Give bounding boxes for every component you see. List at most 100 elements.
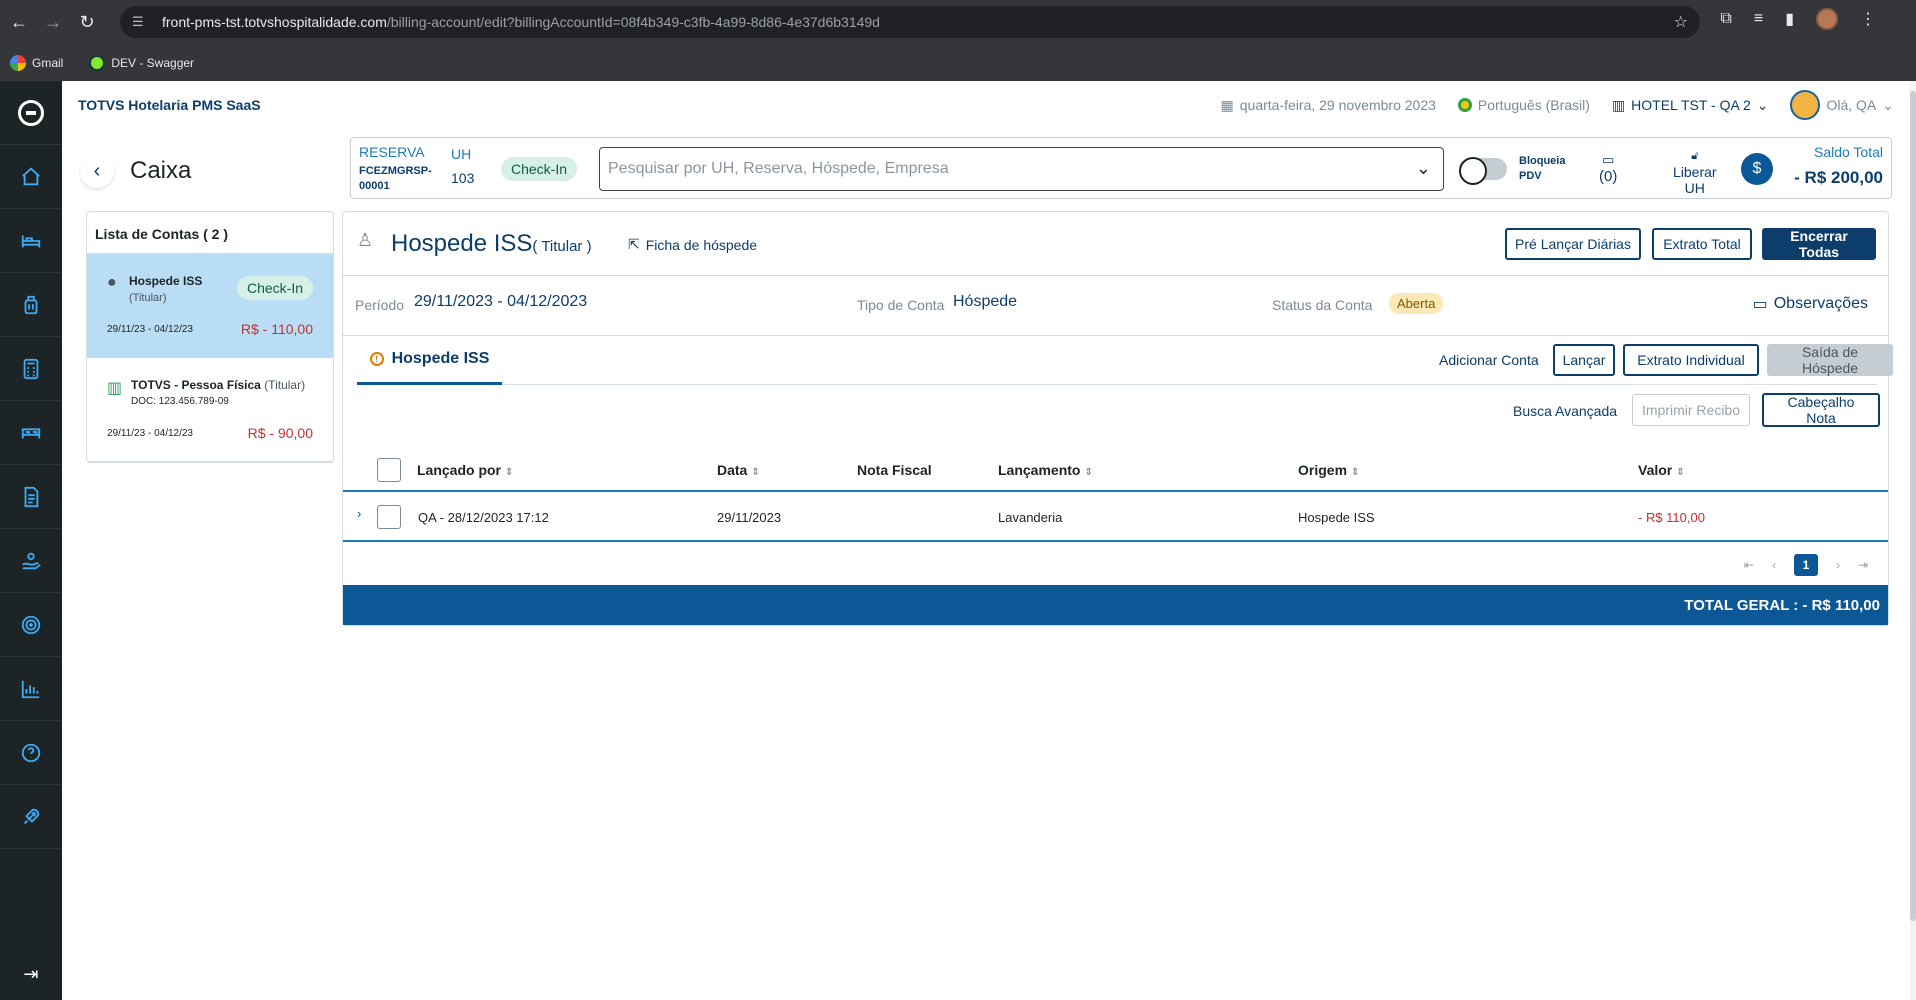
room-icon[interactable]: [0, 401, 62, 465]
header-info: ▦ quarta-feira, 29 novembro 2023 Portuguê…: [1221, 90, 1894, 120]
account-name: Hospede ISS: [129, 274, 203, 288]
adicionar-conta-link[interactable]: Adicionar Conta: [1439, 352, 1539, 368]
periodo-value: 29/11/2023 - 04/12/2023: [414, 293, 588, 310]
search-placeholder: Pesquisar por UH, Reserva, Hóspede, Empr…: [608, 160, 949, 177]
ficha-hospede-link[interactable]: ⇱ Ficha de hóspede: [628, 236, 757, 253]
extrato-total-button[interactable]: Extrato Total: [1652, 228, 1752, 260]
imprimir-recibo-button: Imprimir Recibo: [1632, 394, 1750, 426]
totvs-logo-icon[interactable]: [0, 81, 62, 145]
home-icon[interactable]: [0, 145, 62, 209]
help-icon[interactable]: [0, 721, 62, 785]
person-icon: ♙: [357, 230, 374, 250]
expand-sidebar-icon[interactable]: ⇥: [0, 948, 62, 1000]
hotel-selector[interactable]: ▥ HOTEL TST - QA 2 ⌄: [1612, 97, 1769, 114]
lancar-button[interactable]: Lançar: [1553, 344, 1615, 376]
comment-icon: ▭: [1752, 296, 1768, 313]
cell-origem: Hospede ISS: [1298, 510, 1375, 525]
column-data[interactable]: Data ⇕: [717, 462, 760, 478]
bookmark-gmail[interactable]: Gmail: [10, 54, 63, 71]
guest-header: ♙ Hospede ISS( Titular ) ⇱ Ficha de hóspe…: [343, 212, 1888, 276]
bloqueia-pdv-label: Bloqueia PDV: [1519, 155, 1566, 182]
rocket-icon[interactable]: [0, 785, 62, 849]
calculator-icon[interactable]: [0, 337, 62, 401]
back-arrow-icon[interactable]: ←: [4, 7, 34, 37]
list-item[interactable]: ● Hospede ISS (Titular) Check-In 29/11/2…: [87, 254, 333, 358]
periodo-label: Período: [355, 297, 405, 313]
liberar-uh-button[interactable]: 🔓︎ Liberar UH: [1673, 148, 1717, 196]
bloqueia-pdv-toggle[interactable]: [1459, 157, 1507, 185]
bed-icon[interactable]: [0, 209, 62, 273]
next-page-icon[interactable]: ›: [1836, 558, 1840, 572]
account-details: Período 29/11/2023 - 04/12/2023 Tipo de …: [343, 276, 1888, 336]
table-row[interactable]: › QA - 28/12/2023 17:12 29/11/2023 Lavan…: [343, 492, 1888, 542]
select-all-checkbox[interactable]: [377, 458, 401, 482]
reload-icon[interactable]: ↻: [72, 7, 102, 37]
chevron-right-icon[interactable]: ›: [357, 506, 361, 521]
guest-name: Hospede ISS( Titular ): [391, 230, 592, 257]
reservation-bar: RESERVA FCEZMGRSP- 00001 UH 103 Check-In…: [350, 137, 1892, 199]
total-geral: TOTAL GERAL : - R$ 110,00: [1684, 596, 1880, 614]
list-item[interactable]: ▥ TOTVS - Pessoa Física (Titular) DOC: 1…: [87, 358, 333, 462]
last-page-icon[interactable]: ⇥: [1858, 558, 1868, 572]
profile-avatar[interactable]: [1816, 8, 1838, 30]
status-badge: Check-In: [236, 276, 313, 300]
address-bar[interactable]: ☰ front-pms-tst.totvshospitalidade.com/b…: [120, 6, 1700, 38]
search-input[interactable]: Pesquisar por UH, Reserva, Hóspede, Empr…: [599, 147, 1444, 191]
site-info-icon[interactable]: ☰: [132, 14, 152, 30]
encerrar-todas-button[interactable]: Encerrar Todas: [1762, 228, 1876, 260]
tab-hospede-iss[interactable]: ! Hospede ISS: [357, 336, 502, 385]
column-origem[interactable]: Origem ⇕: [1298, 462, 1359, 478]
column-lancamento[interactable]: Lançamento ⇕: [998, 462, 1093, 478]
dollar-icon[interactable]: $: [1741, 153, 1773, 185]
url-host: front-pms-tst.totvshospitalidade.com: [162, 14, 387, 30]
avatar: [1790, 90, 1821, 120]
chevron-down-icon[interactable]: ⌄: [1416, 158, 1431, 179]
prev-page-icon[interactable]: ‹: [1772, 558, 1776, 572]
external-link-icon: ⇱: [628, 236, 640, 252]
bookmark-swagger[interactable]: DEV - Swagger: [89, 54, 194, 71]
account-role: (Titular): [129, 292, 167, 304]
sort-icon: ⇕: [1351, 467, 1360, 478]
target-icon[interactable]: [0, 593, 62, 657]
account-dates: 29/11/23 - 04/12/23: [107, 428, 193, 439]
extrato-individual-button[interactable]: Extrato Individual: [1623, 344, 1759, 376]
brazil-flag-icon: [1457, 98, 1472, 112]
account-doc: DOC: 123.456.789-09: [131, 396, 229, 407]
messages-button[interactable]: ▭ (0): [1599, 152, 1617, 185]
document-icon[interactable]: [0, 465, 62, 529]
saida-hospede-button[interactable]: Saída de Hóspede: [1767, 344, 1893, 376]
pre-lancar-diarias-button[interactable]: Pré Lançar Diárias: [1505, 228, 1641, 260]
reservation-info[interactable]: RESERVA FCEZMGRSP- 00001: [359, 144, 432, 194]
column-valor[interactable]: Valor ⇕: [1638, 462, 1685, 478]
luggage-icon[interactable]: [0, 273, 62, 337]
bookmark-star-icon[interactable]: ☆: [1674, 12, 1688, 32]
account-dates: 29/11/23 - 04/12/23: [107, 324, 193, 335]
hand-money-icon[interactable]: [0, 529, 62, 593]
menu-icon[interactable]: ⋮: [1860, 9, 1876, 29]
language-selector[interactable]: Português (Brasil): [1457, 97, 1590, 113]
column-lancado-por[interactable]: Lançado por ⇕: [417, 462, 513, 478]
user-menu[interactable]: Olá, QA ⌄: [1790, 90, 1894, 120]
account-list: Lista de Contas ( 2 ) ● Hospede ISS (Tit…: [86, 211, 334, 463]
cabecalho-nota-button[interactable]: Cabeçalho Nota: [1762, 393, 1880, 427]
page-scrollbar[interactable]: [1910, 81, 1916, 1000]
uh-label: UH: [451, 146, 472, 162]
first-page-icon[interactable]: ⇤: [1744, 558, 1754, 572]
total-geral-bar: TOTAL GERAL : - R$ 110,00: [343, 585, 1888, 625]
chart-icon[interactable]: [0, 657, 62, 721]
status-badge: Check-In: [501, 157, 578, 181]
cell-valor: - R$ 110,00: [1638, 510, 1705, 525]
page-title: Caixa: [130, 157, 192, 184]
extensions-icon[interactable]: ⧉: [1720, 10, 1731, 28]
busca-avancada-link[interactable]: Busca Avançada: [1513, 403, 1617, 419]
row-checkbox[interactable]: [377, 505, 401, 529]
page-number[interactable]: 1: [1793, 554, 1818, 576]
reservation-code-2: 00001: [359, 180, 390, 192]
side-panel-icon[interactable]: ▮: [1785, 9, 1794, 29]
observacoes-button[interactable]: ▭ Observações: [1753, 294, 1868, 314]
chevron-down-icon: ⌄: [1882, 96, 1894, 113]
chevron-down-icon: ⌄: [1756, 96, 1769, 113]
back-button[interactable]: ‹: [80, 154, 114, 188]
media-icon[interactable]: ≡: [1754, 10, 1763, 28]
forward-arrow-icon[interactable]: →: [38, 7, 68, 37]
